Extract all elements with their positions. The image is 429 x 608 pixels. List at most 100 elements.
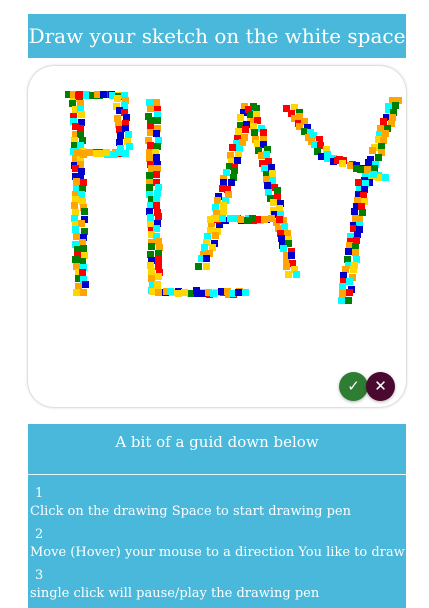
sketch-pixel	[146, 149, 153, 156]
sketch-pixel	[225, 191, 232, 198]
sketch-pixel	[223, 169, 230, 176]
sketch-pixel	[117, 132, 124, 139]
sketch-pixel	[209, 244, 216, 251]
sketch-pixel	[153, 154, 160, 161]
sketch-pixel	[72, 196, 79, 203]
guide-panel: A bit of a guid down below 1 Click on th…	[28, 424, 406, 608]
sketch-pixel	[148, 275, 155, 282]
sketch-pixel	[212, 204, 219, 211]
sketch-pixel	[370, 171, 377, 178]
sketch-pixel	[301, 128, 308, 135]
sketch-pixel	[228, 179, 235, 186]
sketch-pixel	[276, 216, 283, 223]
sketch-pixel	[249, 215, 256, 222]
sketch-pixel	[253, 111, 260, 118]
sketch-pixel	[81, 208, 88, 215]
sketch-pixel	[194, 290, 201, 297]
sketch-pixel	[285, 271, 292, 278]
sketch-pixel	[346, 289, 353, 296]
sketch-pixel	[81, 228, 88, 235]
sketch-pixel	[351, 208, 358, 215]
sketch-pixel	[72, 256, 79, 263]
sketch-drawing	[65, 91, 402, 304]
sketch-pixel	[155, 256, 162, 263]
sketch-pixel	[181, 289, 188, 296]
sketch-pixel	[265, 158, 272, 165]
sketch-pixel	[276, 205, 283, 212]
sketch-pixel	[167, 288, 174, 295]
sketch-pixel	[71, 215, 78, 222]
sketch-pixel	[236, 145, 243, 152]
sketch-pixel	[78, 111, 85, 118]
sketch-pixel	[288, 252, 295, 259]
sketch-pixel	[324, 155, 331, 162]
sketch-pixel	[146, 155, 153, 162]
sketch-pixel	[380, 137, 387, 144]
sketch-pixel	[155, 137, 162, 144]
sketch-pixel	[270, 199, 277, 206]
sketch-pixel	[355, 179, 362, 186]
sketch-pixel	[317, 142, 324, 149]
sketch-pixel	[261, 165, 268, 172]
page-header: Draw your sketch on the white space	[28, 14, 406, 58]
sketch-pixel	[73, 263, 80, 270]
sketch-pixel	[79, 150, 86, 157]
sketch-pixel	[73, 185, 80, 192]
sketch-pixel	[155, 213, 162, 220]
sketch-pixel	[86, 149, 93, 156]
sketch-pixel	[201, 244, 208, 251]
sketch-pixel	[389, 114, 396, 121]
sketch-pixel	[79, 239, 86, 246]
sketch-pixel	[235, 289, 242, 296]
sketch-pixel	[146, 208, 153, 215]
sketch-pixel	[146, 172, 153, 179]
sketch-pixel	[77, 131, 84, 138]
step-number: 1	[35, 486, 44, 501]
sketch-pixel	[153, 202, 160, 209]
sketch-pixel	[79, 185, 86, 192]
sketch-pixel	[360, 192, 367, 199]
sketch-pixel	[268, 215, 275, 222]
sketch-pixel	[72, 209, 79, 216]
sketch-pixel	[254, 117, 261, 124]
sketch-pixel	[75, 92, 82, 99]
sketch-pixel	[350, 225, 357, 232]
sketch-pixel	[214, 197, 221, 204]
sketch-pixel	[81, 252, 88, 259]
sketch-pixel	[352, 243, 359, 250]
sketch-pixel	[82, 281, 89, 288]
step-text: Move (Hover) your mouse to a direction Y…	[30, 545, 405, 560]
sketch-pixel	[156, 244, 163, 251]
sketch-pixel	[356, 216, 363, 223]
sketch-pixel	[220, 179, 227, 186]
sketch-pixel	[346, 242, 353, 249]
sketch-pixel	[154, 117, 161, 124]
sketch-pixel	[255, 216, 262, 223]
step-number: 2	[35, 527, 44, 542]
sketch-pixel	[345, 248, 352, 255]
sketch-pixel	[369, 147, 376, 154]
sketch-pixel	[146, 99, 153, 106]
guide-title: A bit of a guid down below	[28, 424, 406, 475]
step-text: single click will pause/play the drawing…	[30, 586, 320, 601]
sketch-pixel	[77, 125, 84, 132]
sketch-pixel	[155, 289, 162, 296]
sketch-pixel	[114, 115, 121, 122]
close-button[interactable]: ✕	[366, 372, 395, 401]
sketch-pixel	[94, 91, 101, 98]
sketch-pixel	[147, 129, 154, 136]
sketch-pixel	[154, 190, 161, 197]
sketch-pixel	[155, 263, 162, 270]
confirm-button[interactable]: ✓	[339, 372, 368, 401]
sketch-pixel	[371, 165, 378, 172]
sketch-pixel	[148, 268, 155, 275]
sketch-pixel	[283, 263, 290, 270]
sketch-pixel	[153, 171, 160, 178]
sketch-pixel	[380, 118, 387, 125]
drawing-canvas[interactable]	[28, 66, 406, 407]
sketch-pixel	[281, 223, 288, 230]
sketch-pixel	[353, 237, 360, 244]
sketch-pixel	[347, 162, 354, 169]
sketch-pixel	[147, 221, 154, 228]
sketch-pixel	[125, 131, 132, 138]
